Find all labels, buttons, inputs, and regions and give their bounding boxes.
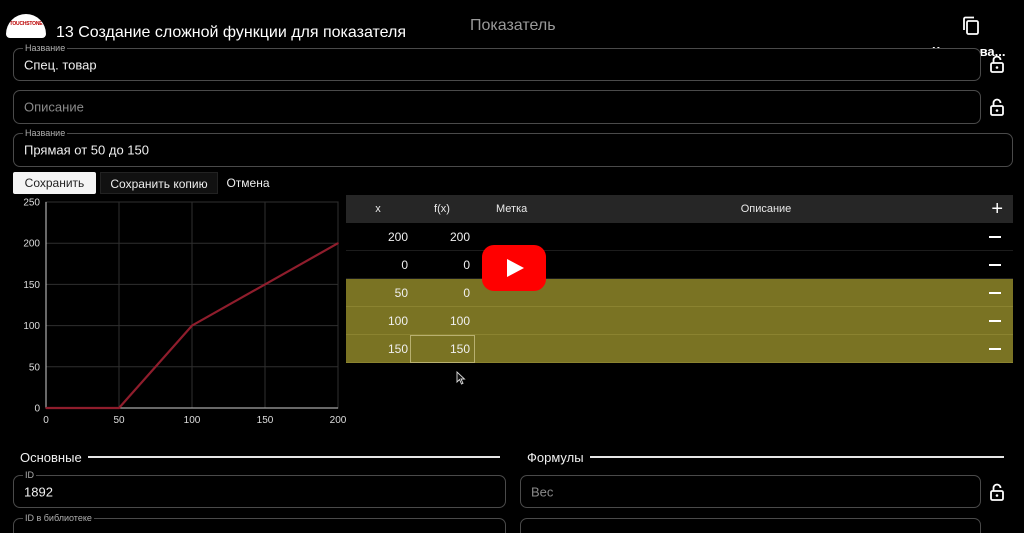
name-value: Прямая от 50 до 150: [24, 142, 149, 158]
table-row[interactable]: 200 200: [346, 223, 1013, 251]
chart-y-tick-label: 100: [23, 321, 40, 332]
chart-y-tick-label: 250: [23, 198, 40, 209]
save-button[interactable]: Сохранить: [13, 172, 96, 194]
chart-x-tick-label: 150: [257, 415, 274, 426]
video-title[interactable]: 13 Создание сложной функции для показате…: [56, 24, 406, 42]
name-field[interactable]: Название Прямая от 50 до 150: [13, 128, 1013, 167]
chart-y-tick-label: 150: [23, 280, 40, 291]
unlock-icon[interactable]: [990, 98, 1004, 116]
table-row[interactable]: 100 100: [346, 307, 1013, 335]
id-value: 1892: [24, 484, 53, 499]
cell-fx[interactable]: 200: [410, 223, 470, 251]
name-top-field[interactable]: Название Спец. товар: [13, 43, 981, 81]
chart-x-tick-label: 50: [113, 415, 125, 426]
description-field[interactable]: Описание: [13, 90, 981, 124]
library-id-field[interactable]: ID в библиотеке: [13, 513, 506, 533]
cell-fx[interactable]: 0: [410, 279, 470, 307]
header-fx[interactable]: f(x): [410, 195, 474, 223]
cell-x[interactable]: 150: [346, 335, 408, 363]
chart-x-tick-label: 0: [43, 415, 49, 426]
chart-point: [45, 407, 47, 409]
header-mark[interactable]: Метка: [496, 195, 556, 223]
remove-row-button[interactable]: [989, 264, 1001, 266]
chart-y-tick-label: 0: [34, 404, 40, 415]
points-table: x f(x) Метка Описание + 200 200 0 0 50 0…: [346, 195, 1013, 363]
remove-row-button[interactable]: [989, 320, 1001, 322]
weight-field[interactable]: Вес: [520, 475, 981, 508]
chart-point: [118, 407, 120, 409]
table-header: x f(x) Метка Описание +: [346, 195, 1013, 223]
cell-fx[interactable]: 150: [410, 335, 470, 363]
mouse-cursor-icon: [456, 371, 466, 385]
cell-x[interactable]: 100: [346, 307, 408, 335]
window-title: Показатель: [470, 17, 556, 34]
add-row-button[interactable]: +: [991, 198, 1003, 220]
video-play-button[interactable]: [482, 245, 546, 291]
cell-x[interactable]: 200: [346, 223, 408, 251]
header-x[interactable]: x: [346, 195, 408, 223]
chart-point: [191, 324, 193, 327]
save-copy-button[interactable]: Сохранить копию: [100, 172, 218, 194]
chart-y-tick-label: 200: [23, 239, 40, 250]
cell-x[interactable]: 0: [346, 251, 408, 279]
section-basic-divider: [88, 456, 500, 458]
name-top-value: Спец. товар: [24, 57, 97, 72]
chart-grid: [45, 201, 339, 409]
table-row[interactable]: 0 0: [346, 251, 1013, 279]
section-formulas-title: Формулы: [527, 450, 584, 465]
function-chart: 0 50 100 150 200 0 50 100 150 200 250: [23, 198, 346, 427]
cell-x[interactable]: 50: [346, 279, 408, 307]
table-row[interactable]: 150 150: [346, 335, 1013, 363]
copy-icon[interactable]: [962, 16, 980, 36]
cancel-button[interactable]: Отмена: [222, 172, 274, 194]
chart-x-tick-label: 100: [184, 415, 201, 426]
section-formulas-divider: [590, 456, 1004, 458]
table-row[interactable]: 50 0: [346, 279, 1013, 307]
id-label: ID: [23, 470, 36, 480]
name-top-label: Название: [23, 43, 68, 53]
remove-row-button[interactable]: [989, 348, 1001, 350]
weight-placeholder: Вес: [531, 484, 554, 499]
chart-y-tick-label: 50: [29, 362, 41, 373]
formula-field-2[interactable]: [520, 518, 981, 533]
play-icon: [507, 259, 524, 277]
table-body: 200 200 0 0 50 0 100 100 150 150: [346, 223, 1013, 363]
channel-logo-text: TOUCHSTONE: [9, 21, 43, 27]
unlock-icon[interactable]: [990, 483, 1004, 501]
header-description[interactable]: Описание: [706, 195, 826, 223]
chart-x-tick-label: 200: [330, 415, 347, 426]
section-basic-title: Основные: [20, 450, 82, 465]
remove-row-button[interactable]: [989, 236, 1001, 238]
chart-ticks: 0 50 100 150 200 0 50 100 150 200 250: [23, 198, 346, 427]
cell-fx[interactable]: 0: [410, 251, 470, 279]
id-field[interactable]: ID 1892: [13, 470, 506, 508]
channel-logo: TOUCHSTONE: [6, 14, 46, 38]
remove-row-button[interactable]: [989, 292, 1001, 294]
name-label: Название: [23, 128, 68, 138]
chart-point: [337, 242, 339, 244]
unlock-icon[interactable]: [990, 55, 1004, 73]
cell-fx[interactable]: 100: [410, 307, 470, 335]
library-id-label: ID в библиотеке: [23, 513, 94, 523]
chart-point: [264, 283, 266, 286]
description-placeholder: Описание: [24, 99, 84, 115]
